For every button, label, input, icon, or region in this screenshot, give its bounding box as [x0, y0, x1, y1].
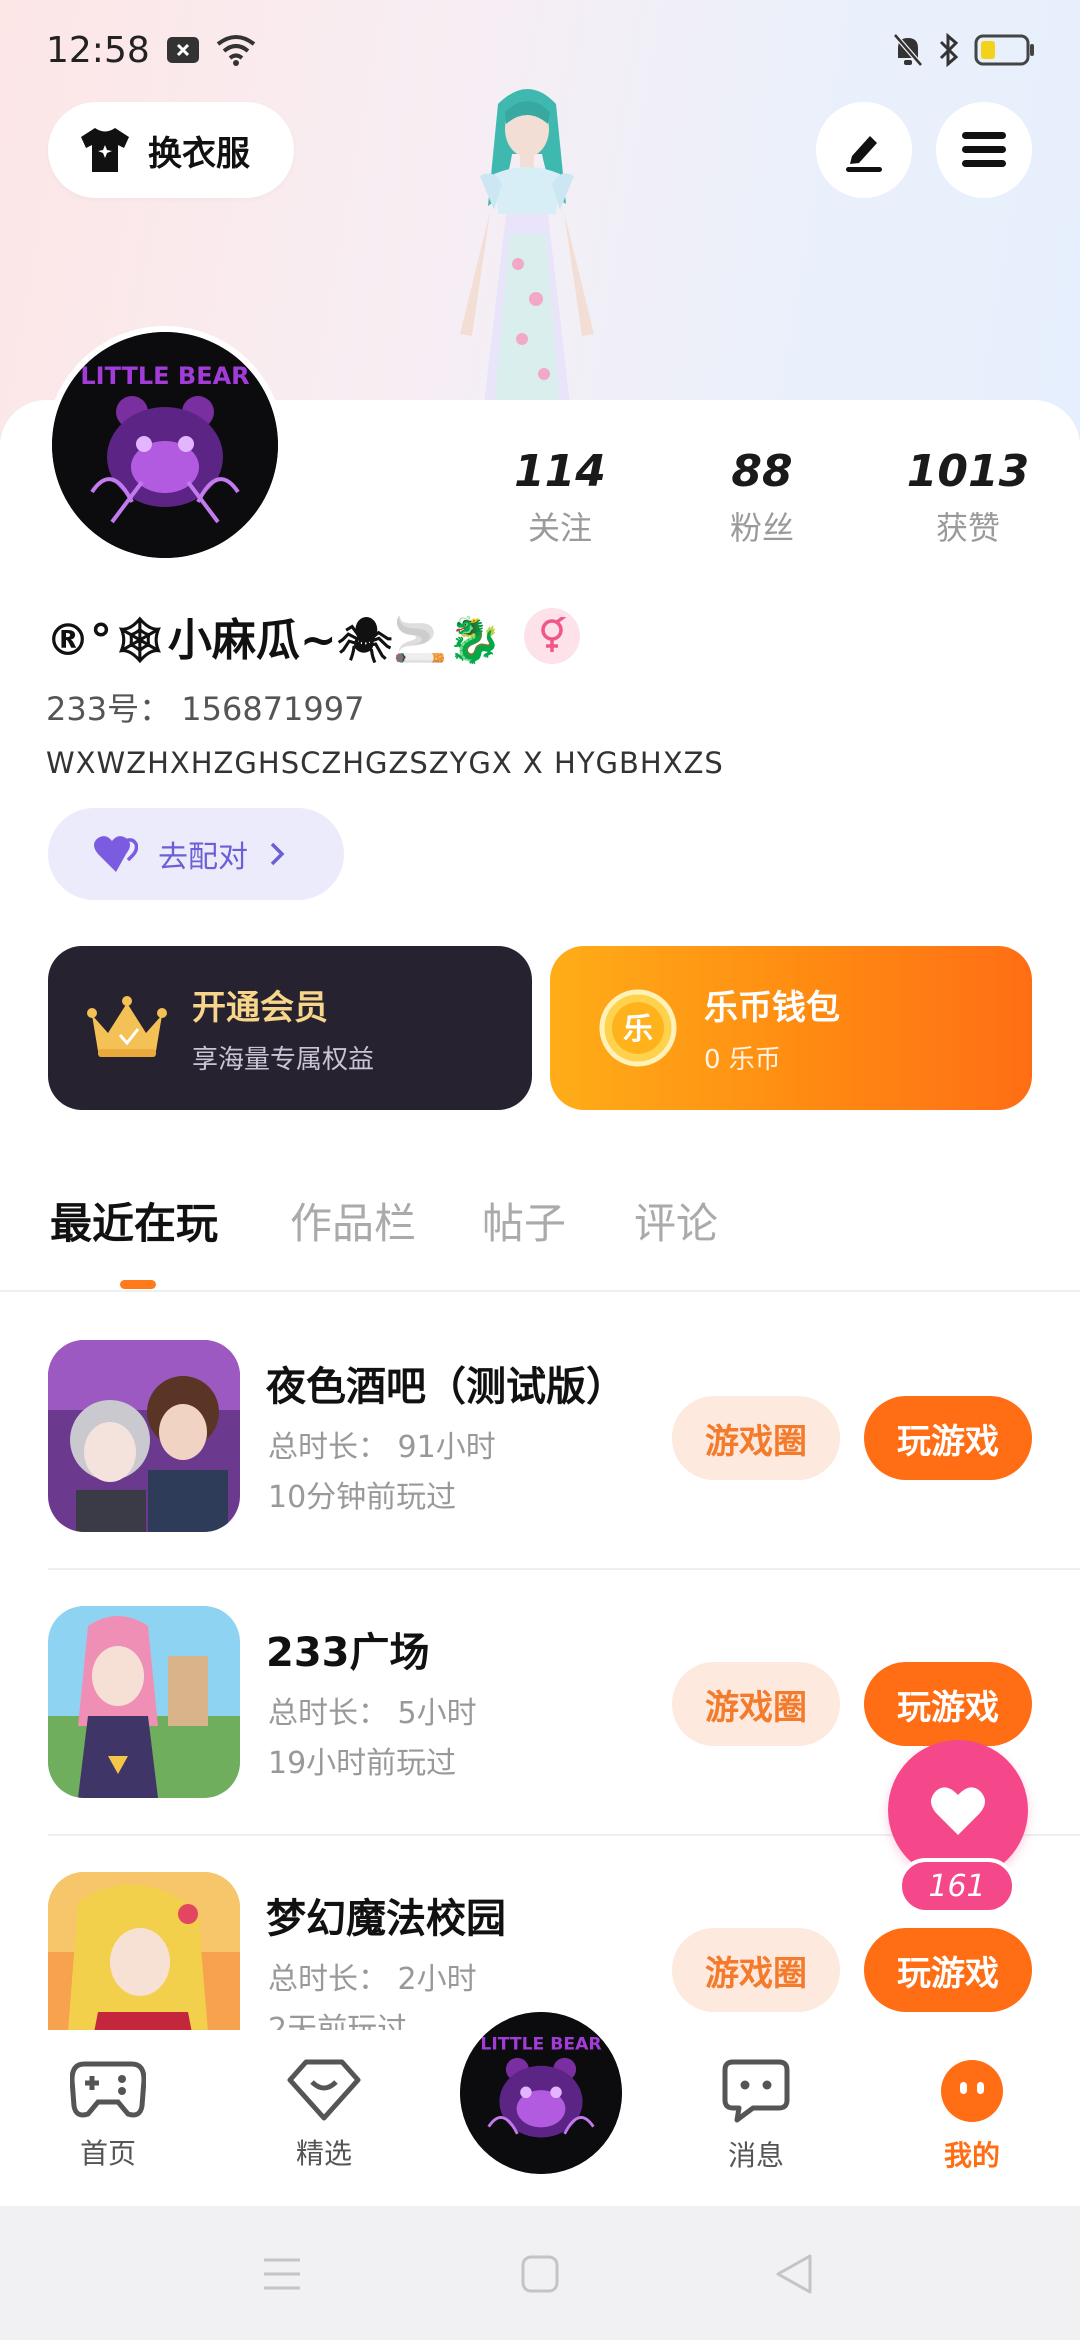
stat-followers[interactable]: 88 粉丝	[662, 446, 862, 549]
gender-badge	[524, 608, 581, 664]
profile-face-icon	[941, 2060, 1003, 2122]
change-outfit-button[interactable]: 换衣服	[48, 102, 294, 198]
play-game-button[interactable]: 玩游戏	[864, 1396, 1032, 1480]
home-square-icon[interactable]	[520, 2254, 560, 2294]
game-duration: 总时长： 5小时	[268, 1696, 477, 1731]
edit-profile-button[interactable]	[816, 102, 912, 198]
stat-likes[interactable]: 1013 获赞	[868, 446, 1068, 549]
profile-signature: WXWZHXHZGHSCZHGZSZYGX X HYGBHXZS	[46, 746, 724, 780]
shirt-icon	[81, 128, 129, 172]
game-circle-button[interactable]: 游戏圈	[672, 1928, 840, 2012]
vip-title: 开通会员	[192, 988, 328, 1028]
nav-center-avatar[interactable]: LITTLE BEAR	[454, 2006, 628, 2180]
match-label: 去配对	[158, 840, 248, 875]
battery-icon	[974, 34, 1034, 66]
chevron-right-icon	[270, 842, 285, 866]
vip-membership-card[interactable]: 开通会员 享海量专属权益	[48, 946, 532, 1110]
nickname: ®°🕸小麻瓜~🕷🚬🐉	[46, 615, 503, 666]
play-game-button[interactable]: 玩游戏	[864, 1928, 1032, 2012]
game-name: 夜色酒吧（测试版）	[266, 1364, 626, 1410]
match-button[interactable]: 去配对	[48, 808, 344, 900]
game-last-played: 19小时前玩过	[268, 1746, 457, 1781]
wallet-balance: 0 乐币	[704, 1045, 781, 1075]
avatar-logo-text: LITTLE BEAR	[480, 2034, 601, 2054]
coin-wallet-card[interactable]: 乐 乐币钱包 0 乐币	[550, 946, 1032, 1110]
heart-bubble-icon	[287, 2059, 361, 2121]
profile-avatar[interactable]: LITTLE BEAR	[46, 326, 284, 564]
game-thumbnail[interactable]	[48, 1340, 240, 1532]
233-plaza-game-art	[48, 1606, 240, 1798]
nav-messages-label: 消息	[727, 2139, 784, 2172]
pencil-icon	[846, 136, 882, 172]
crown-icon	[87, 996, 167, 1057]
little-bear-avatar-art: LITTLE BEAR	[52, 332, 278, 558]
change-outfit-label: 换衣服	[148, 133, 250, 174]
wifi-icon	[216, 35, 255, 66]
hearts-icon	[94, 836, 138, 872]
tab-comments[interactable]: 评论	[634, 1190, 718, 1251]
game-duration: 总时长： 91小时	[268, 1430, 496, 1465]
game-duration: 总时长： 2小时	[268, 1962, 477, 1997]
likes-label: 获赞	[935, 509, 1000, 547]
coin-glyph: 乐	[623, 1012, 653, 1047]
nickname-row: ®°🕸小麻瓜~🕷🚬🐉	[46, 604, 581, 668]
night-bar-game-art	[48, 1340, 240, 1532]
little-bear-avatar-art: LITTLE BEAR	[460, 2012, 622, 2174]
game-last-played: 10分钟前玩过	[268, 1480, 457, 1515]
row-divider	[48, 1568, 1080, 1570]
nav-home-label: 首页	[79, 2137, 136, 2170]
mute-bell-icon	[893, 33, 923, 67]
game-thumbnail[interactable]	[48, 1606, 240, 1798]
nav-featured-label: 精选	[295, 2137, 352, 2170]
user-id: 233号： 156871997	[46, 690, 365, 728]
game-circle-button[interactable]: 游戏圈	[672, 1662, 840, 1746]
wallet-title: 乐币钱包	[704, 988, 840, 1028]
menu-button[interactable]	[936, 102, 1032, 198]
likes-count: 1013	[906, 446, 1030, 497]
nav-me[interactable]: 我的	[902, 2058, 1042, 2174]
system-navigation-bar	[0, 2206, 1080, 2340]
vip-subtitle: 享海量专属权益	[192, 1045, 375, 1075]
like-count-badge: 161	[898, 1858, 1016, 1914]
game-circle-button[interactable]: 游戏圈	[672, 1396, 840, 1480]
profile-tabs: 最近在玩 作品栏 帖子 评论	[0, 1190, 1080, 1290]
status-time: 12:58	[46, 29, 150, 71]
followers-count: 88	[731, 446, 793, 497]
stat-following[interactable]: 114 关注	[460, 446, 660, 549]
heart-icon	[931, 1787, 985, 1835]
tab-works[interactable]: 作品栏	[290, 1190, 416, 1251]
tabs-divider	[0, 1290, 1080, 1292]
gender-icon	[541, 617, 567, 652]
menu-icon	[962, 132, 1006, 167]
nav-messages[interactable]: 消息	[686, 2058, 826, 2174]
coin-icon: 乐	[599, 989, 677, 1067]
play-game-button[interactable]: 玩游戏	[864, 1662, 1032, 1746]
following-label: 关注	[527, 509, 592, 547]
gamepad-icon	[69, 2061, 147, 2118]
chat-icon	[722, 2059, 790, 2123]
game-name: 233广场	[266, 1630, 430, 1676]
tab-posts[interactable]: 帖子	[482, 1190, 566, 1251]
game-row[interactable]: 夜色酒吧（测试版） 总时长： 91小时 10分钟前玩过 游戏圈 玩游戏	[0, 1340, 1080, 1606]
following-count: 114	[514, 446, 606, 497]
notification-x-icon	[166, 37, 199, 63]
avatar-character-figure[interactable]	[410, 84, 640, 404]
tab-recently-played[interactable]: 最近在玩	[50, 1190, 218, 1251]
active-tab-indicator	[120, 1280, 156, 1289]
avatar-logo-text: LITTLE BEAR	[80, 362, 249, 390]
nav-featured[interactable]: 精选	[254, 2058, 394, 2172]
game-name: 梦幻魔法校园	[266, 1896, 506, 1942]
nav-home[interactable]: 首页	[38, 2058, 178, 2172]
bluetooth-icon	[939, 32, 959, 68]
back-triangle-icon[interactable]	[774, 2252, 814, 2296]
followers-label: 粉丝	[729, 509, 794, 547]
recent-apps-icon[interactable]	[262, 2256, 302, 2292]
nav-me-label: 我的	[943, 2139, 1000, 2172]
